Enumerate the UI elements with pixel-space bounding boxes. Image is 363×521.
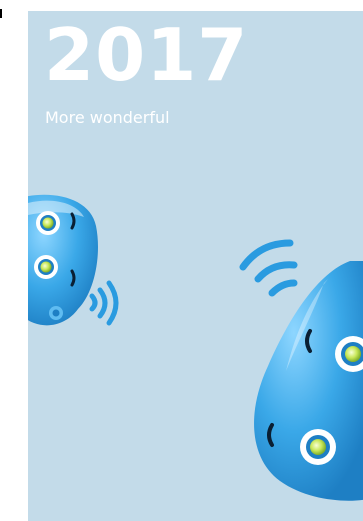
poster-card: 2017 More wonderful [28, 11, 363, 521]
robot-left-icon [28, 194, 98, 326]
signal-waves-right-icon [239, 239, 298, 297]
robot-right-icon [254, 261, 363, 501]
crop-mark [0, 9, 2, 18]
poster-illustration [28, 194, 363, 501]
signal-waves-left-icon [89, 280, 119, 326]
